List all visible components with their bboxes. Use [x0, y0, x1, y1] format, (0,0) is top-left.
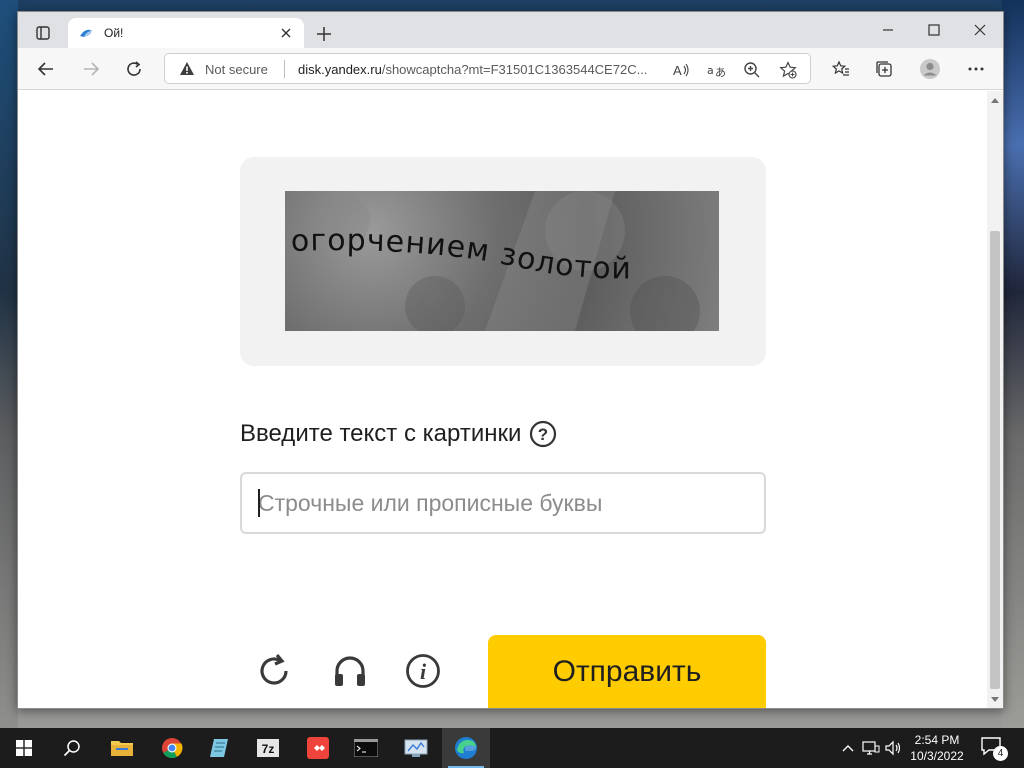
captcha-prompt-label: Введите текст с картинки [240, 420, 522, 447]
clock-date: 10/3/2022 [910, 749, 964, 763]
terminal-button[interactable] [342, 728, 390, 768]
favorites-button[interactable] [826, 54, 856, 84]
profile-button[interactable] [915, 54, 945, 84]
help-icon[interactable]: ? [529, 420, 557, 448]
notification-center-button[interactable]: 4 [980, 736, 1008, 761]
captcha-image: огорчением золотой [285, 191, 719, 331]
headphones-icon [335, 656, 365, 686]
file-explorer-icon [111, 741, 133, 756]
warning-icon[interactable] [179, 61, 195, 77]
add-favorite-icon[interactable] [778, 60, 798, 80]
favorites-icon [832, 60, 849, 76]
search-icon [63, 740, 80, 757]
tray-overflow-chevron-icon[interactable] [838, 738, 858, 758]
svg-text:あ: あ [715, 66, 725, 79]
vertical-scrollbar[interactable] [987, 91, 1003, 708]
yandex-disk-favicon-icon [78, 25, 94, 41]
zoom-icon[interactable] [742, 60, 762, 80]
maximize-icon [928, 24, 940, 36]
address-separator [284, 60, 285, 78]
svg-text:a: a [707, 64, 714, 77]
close-window-button[interactable] [957, 12, 1003, 48]
tab-title: Ой! [104, 26, 124, 40]
submit-button[interactable]: Отправить [488, 635, 766, 708]
chrome-icon [162, 738, 183, 759]
more-icon [968, 67, 984, 71]
refresh-captcha-button[interactable] [256, 651, 296, 691]
taskbar: 7z 2:54 PM 10/3/2022 4 [0, 728, 1024, 768]
scroll-up-icon[interactable] [990, 95, 1000, 105]
browser-window: Ой! Not secure disk.yandex.ru/showcaptch… [17, 11, 1004, 709]
search-button[interactable] [48, 728, 96, 768]
close-tab-icon[interactable] [278, 25, 294, 41]
control-panel-button[interactable] [392, 728, 440, 768]
text-caret [258, 489, 260, 517]
terminal-icon [354, 739, 378, 757]
desktop-right-strip [1002, 0, 1024, 728]
refresh-captcha-icon [260, 653, 288, 685]
tab-actions-icon [36, 26, 50, 40]
minimize-icon [883, 29, 893, 31]
notepad-button[interactable] [196, 728, 244, 768]
start-icon [16, 740, 32, 756]
svg-text:?: ? [538, 425, 548, 444]
start-button[interactable] [0, 728, 48, 768]
translate-icon[interactable]: aあ [706, 60, 726, 80]
scroll-down-icon[interactable] [990, 695, 1000, 705]
desktop-left-strip [0, 0, 18, 728]
captcha-prompt: Введите текст с картинки ? [240, 419, 557, 449]
collections-button[interactable] [869, 54, 899, 84]
close-icon [974, 24, 986, 36]
file-explorer-button[interactable] [98, 728, 146, 768]
more-button[interactable] [961, 54, 991, 84]
captcha-container: огорчением золотой [240, 157, 766, 366]
url-path: /showcaptcha?mt=F31501C1363544CE72C... [381, 62, 648, 77]
tab-active[interactable]: Ой! [68, 18, 304, 48]
plus-icon [317, 27, 331, 41]
anydesk-button[interactable] [294, 728, 342, 768]
7zip-button[interactable]: 7z [244, 728, 292, 768]
refresh-button[interactable] [119, 54, 149, 84]
tab-bar: Ой! [18, 12, 1003, 48]
tab-actions-button[interactable] [26, 19, 60, 47]
control-panel-icon [404, 739, 428, 757]
address-bar[interactable]: Not secure disk.yandex.ru/showcaptcha?mt… [164, 53, 811, 84]
chrome-button[interactable] [148, 728, 196, 768]
7zip-icon: 7z [257, 739, 279, 757]
captcha-input[interactable] [240, 472, 766, 534]
forward-icon [84, 62, 100, 76]
back-icon [37, 62, 53, 76]
edge-icon [455, 737, 477, 759]
url-host: disk.yandex.ru [298, 62, 382, 77]
info-icon: i [406, 654, 440, 688]
svg-text:7z: 7z [262, 742, 275, 756]
notification-count-badge: 4 [993, 746, 1008, 761]
maximize-button[interactable] [911, 12, 957, 48]
audio-captcha-button[interactable] [330, 651, 370, 691]
profile-icon [920, 59, 940, 79]
collections-icon [876, 61, 892, 77]
back-button[interactable] [31, 54, 61, 84]
minimize-button[interactable] [865, 12, 911, 48]
browser-toolbar: Not secure disk.yandex.ru/showcaptcha?mt… [18, 48, 1003, 90]
read-aloud-icon[interactable]: A [671, 60, 691, 80]
network-icon[interactable] [861, 738, 881, 758]
info-button[interactable]: i [403, 651, 443, 691]
edge-button[interactable] [442, 728, 490, 768]
svg-text:A: A [673, 63, 682, 78]
scroll-thumb[interactable] [990, 231, 1000, 689]
svg-text:i: i [420, 659, 427, 684]
captcha-text-image: огорчением золотой [290, 191, 700, 331]
page-content: огорчением золотой Введите текст с карти… [18, 91, 987, 708]
notepad-icon [210, 739, 228, 757]
forward-button[interactable] [76, 54, 106, 84]
new-tab-button[interactable] [312, 22, 336, 46]
taskbar-clock[interactable]: 2:54 PM 10/3/2022 [906, 732, 968, 764]
clock-time: 2:54 PM [914, 733, 960, 747]
not-secure-label[interactable]: Not secure [205, 62, 268, 77]
anydesk-icon [307, 737, 329, 759]
url-text[interactable]: disk.yandex.ru/showcaptcha?mt=F31501C136… [298, 62, 660, 77]
refresh-icon [127, 61, 141, 76]
volume-icon[interactable] [884, 738, 904, 758]
